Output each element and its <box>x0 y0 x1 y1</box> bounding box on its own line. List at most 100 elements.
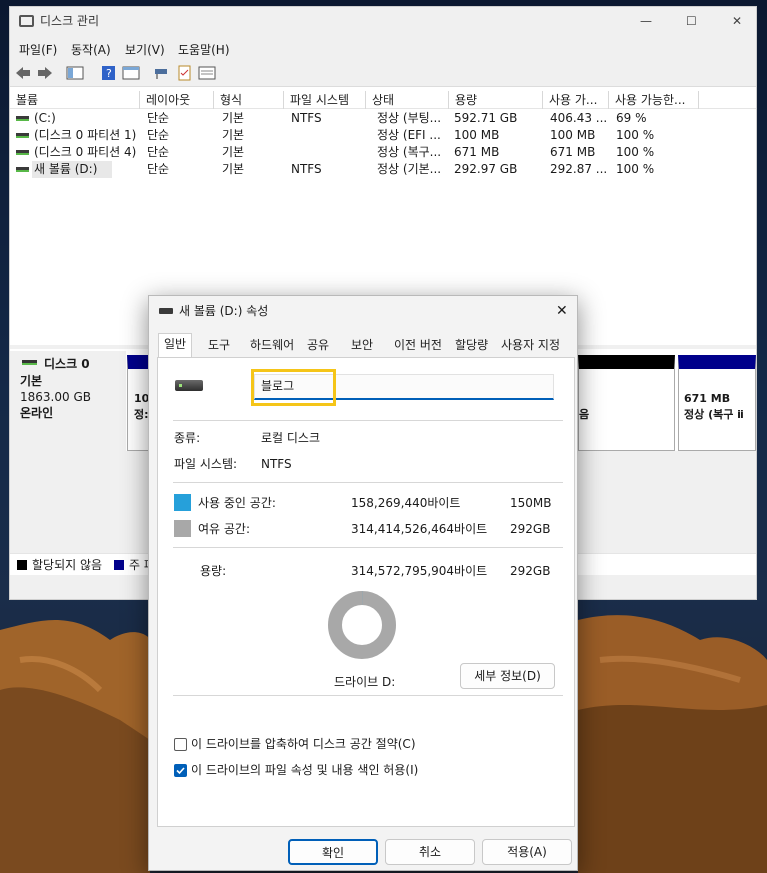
checklist-icon[interactable] <box>176 65 194 81</box>
help-icon[interactable]: ? <box>100 65 118 81</box>
type-label: 종류: <box>174 431 201 445</box>
tab-hardware[interactable]: 하드웨어 <box>244 334 300 356</box>
table-row[interactable]: 새 볼륨 (D:) 단순 기본 NTFS 정상 (기본... 292.97 GB… <box>10 161 756 178</box>
volume-percent: 100 % <box>616 128 655 142</box>
volume-percent: 100 % <box>616 145 655 159</box>
tab-sharing[interactable]: 공유 <box>301 334 335 356</box>
col-volume[interactable]: 볼륨 <box>10 91 140 109</box>
disk-type: 기본 <box>20 374 43 388</box>
details-button[interactable]: 세부 정보(D) <box>460 663 555 689</box>
legend-unallocated: 할당되지 않음 <box>32 558 103 572</box>
capacity-label: 용량: <box>200 564 227 578</box>
disk-name: 디스크 0 <box>44 357 90 371</box>
dialog-title: 새 볼륨 (D:) 속성 <box>179 304 269 318</box>
table-row[interactable]: (디스크 0 파티션 4) 단순 기본 정상 (복구... 671 MB 671… <box>10 144 756 161</box>
menu-file[interactable]: 파일(F) <box>19 41 57 58</box>
volume-fs: NTFS <box>291 111 322 125</box>
volume-name: 새 볼륨 (D:) <box>32 161 112 178</box>
type-value: 로컬 디스크 <box>261 431 321 445</box>
tab-security[interactable]: 보안 <box>345 334 379 356</box>
partition-recovery-size: 671 MB <box>684 392 731 405</box>
disk-info-panel[interactable]: 디스크 0 기본 1863.00 GB 온라인 <box>10 351 126 451</box>
donut-free-ring <box>328 591 396 659</box>
col-free-space[interactable]: 사용 가... <box>543 91 609 109</box>
col-type[interactable]: 형식 <box>214 91 284 109</box>
volume-free: 100 MB <box>550 128 596 142</box>
used-space-size: 150MB <box>510 496 552 510</box>
usage-donut-chart <box>328 591 396 659</box>
volume-layout: 단순 <box>147 162 170 176</box>
table-row[interactable]: (C:) 단순 기본 NTFS 정상 (부팅... 592.71 GB 406.… <box>10 110 756 127</box>
forward-arrow-icon[interactable] <box>36 65 54 81</box>
table-row[interactable]: (디스크 0 파티션 1) 단순 기본 정상 (EFI ... 100 MB 1… <box>10 127 756 144</box>
index-checkbox[interactable] <box>174 764 187 777</box>
volume-capacity: 671 MB <box>454 145 500 159</box>
volume-name-highlight <box>251 369 336 406</box>
volume-type: 기본 <box>222 145 245 159</box>
settings-list-icon[interactable] <box>198 65 216 81</box>
toolbar: ? <box>10 61 756 87</box>
free-space-swatch <box>174 520 191 537</box>
ok-button[interactable]: 확인 <box>288 839 378 865</box>
volume-status: 정상 (복구... <box>377 145 442 159</box>
hard-drive-icon <box>175 380 203 391</box>
back-arrow-icon[interactable] <box>14 65 32 81</box>
cancel-button[interactable]: 취소 <box>385 839 475 865</box>
volume-list-header: 볼륨 레이아웃 형식 파일 시스템 상태 용량 사용 가... 사용 가능한..… <box>10 91 756 109</box>
drive-icon <box>159 308 173 314</box>
volume-name: (디스크 0 파티션 1) <box>34 128 137 142</box>
used-space-label: 사용 중인 공간: <box>198 496 276 510</box>
tab-customize[interactable]: 사용자 지정 <box>495 334 566 356</box>
col-percent-free[interactable]: 사용 가능한... <box>609 91 699 109</box>
partition-recovery-status: 정상 (복구 ⅱ <box>684 408 744 421</box>
used-space-swatch <box>174 494 191 511</box>
properties-icon[interactable] <box>122 65 140 81</box>
menu-action[interactable]: 동작(A) <box>71 41 111 58</box>
volume-icon <box>16 133 29 138</box>
volume-capacity: 100 MB <box>454 128 500 142</box>
volume-type: 기본 <box>222 162 245 176</box>
filesystem-label: 파일 시스템: <box>174 457 238 471</box>
dialog-close-button[interactable]: ✕ <box>556 303 568 319</box>
volume-icon <box>16 150 29 155</box>
console-tree-icon[interactable] <box>66 65 84 81</box>
maximize-button[interactable]: ☐ <box>686 13 697 29</box>
index-label: 이 드라이브의 파일 속성 및 내용 색인 허용(I) <box>191 763 419 777</box>
disk-management-icon <box>19 15 34 27</box>
volume-layout: 단순 <box>147 145 170 159</box>
col-status[interactable]: 상태 <box>366 91 449 109</box>
minimize-button[interactable]: — <box>640 13 652 29</box>
menu-view[interactable]: 보기(V) <box>125 41 165 58</box>
free-space-label: 여유 공간: <box>198 522 251 536</box>
drive-led <box>179 384 182 387</box>
partition-left[interactable]: 10( 정: <box>127 355 154 451</box>
drive-letter-label: 드라이브 D: <box>334 675 396 689</box>
volume-free: 406.43 ... <box>550 111 608 125</box>
tab-tools[interactable]: 도구 <box>202 334 236 356</box>
apply-button[interactable]: 적용(A) <box>482 839 572 865</box>
col-capacity[interactable]: 용량 <box>449 91 543 109</box>
capacity-bytes: 314,572,795,904바이트 <box>351 564 488 578</box>
window-title: 디스크 관리 <box>40 14 100 28</box>
divider <box>173 482 563 483</box>
free-space-bytes: 314,414,526,464바이트 <box>351 522 488 536</box>
compress-checkbox[interactable] <box>174 738 187 751</box>
volume-capacity: 592.71 GB <box>454 111 518 125</box>
tab-quota[interactable]: 할당량 <box>449 334 494 356</box>
volume-status: 정상 (기본... <box>377 162 442 176</box>
partition-recovery[interactable]: 671 MB 정상 (복구 ⅱ <box>678 355 756 451</box>
col-layout[interactable]: 레이아웃 <box>140 91 214 109</box>
disk-status: 온라인 <box>20 406 54 420</box>
volume-type: 기본 <box>222 128 245 142</box>
menu-help[interactable]: 도움말(H) <box>178 41 230 58</box>
disk-size: 1863.00 GB <box>20 390 91 404</box>
primary-swatch <box>114 560 124 570</box>
connect-disk-icon[interactable] <box>152 65 170 81</box>
volume-icon <box>16 116 29 121</box>
tab-general[interactable]: 일반 <box>158 333 193 357</box>
volume-name: (디스크 0 파티션 4) <box>34 145 137 159</box>
col-filesystem[interactable]: 파일 시스템 <box>284 91 366 109</box>
close-button[interactable]: ✕ <box>732 13 742 29</box>
partition-middle[interactable]: 음 <box>578 355 675 451</box>
tab-previous-versions[interactable]: 이전 버전 <box>388 334 448 356</box>
